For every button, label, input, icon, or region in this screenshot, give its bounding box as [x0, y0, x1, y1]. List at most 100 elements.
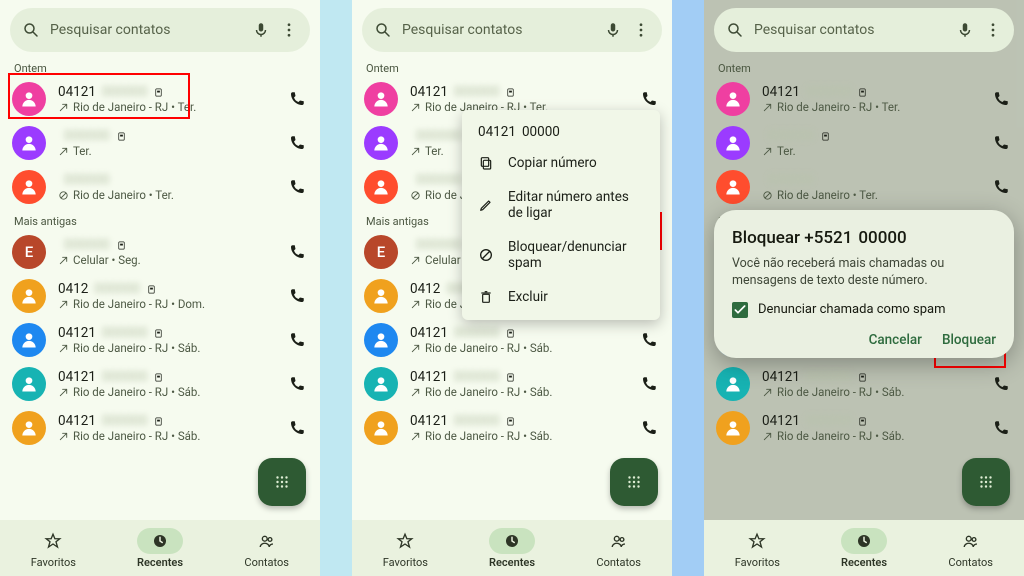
more-icon[interactable] — [632, 21, 650, 39]
nav-recents[interactable]: Recentes — [107, 520, 214, 576]
search-bar[interactable]: Pesquisar contatos — [362, 8, 662, 52]
call-subtitle: Rio de Janeiro • Ter. — [777, 188, 878, 202]
nav-contacts[interactable]: Contatos — [917, 520, 1024, 576]
outgoing-arrow-icon — [58, 387, 69, 398]
call-number: 04121 — [58, 413, 96, 429]
call-subtitle: Rio de Janeiro - RJ • Sáb. — [425, 385, 552, 399]
call-button[interactable] — [640, 331, 658, 349]
nav-contacts[interactable]: Contatos — [213, 520, 320, 576]
menu-copy-label: Copiar número — [508, 155, 597, 171]
call-number-hidden: 000000 — [416, 172, 462, 188]
call-number-hidden: 000000 — [806, 369, 852, 385]
menu-edit-label: Editar número antes de ligar — [508, 189, 644, 221]
call-button[interactable] — [288, 331, 306, 349]
outgoing-arrow-icon — [58, 255, 69, 266]
menu-title-num: 04121 — [478, 124, 516, 140]
dialog-checkbox-label: Denunciar chamada como spam — [758, 302, 946, 317]
call-row[interactable]: 04121 000000 Rio de Janeiro - RJ • Sáb. — [0, 318, 320, 362]
call-row[interactable]: 000000 Rio de Janeiro • Ter. — [0, 165, 320, 209]
menu-edit[interactable]: Editar número antes de ligar — [462, 180, 660, 230]
avatar — [364, 170, 398, 204]
call-row[interactable]: 04121 000000 Rio de Janeiro - RJ • Sáb. — [352, 362, 672, 406]
call-button[interactable] — [992, 375, 1010, 393]
call-row[interactable]: E 000000 Celular • Seg. — [0, 230, 320, 274]
dialog-checkbox[interactable]: Denunciar chamada como spam — [732, 302, 996, 318]
outgoing-arrow-icon — [410, 102, 421, 113]
call-button[interactable] — [288, 134, 306, 152]
call-row[interactable]: 000000 Ter. — [0, 121, 320, 165]
call-number-hidden: 000000 — [806, 84, 852, 100]
call-row[interactable]: 04121 000000 Rio de Janeiro - RJ • Sáb. — [352, 406, 672, 450]
call-subtitle: Rio de Janeiro - RJ • Sáb. — [73, 341, 200, 355]
call-button[interactable] — [992, 90, 1010, 108]
call-button[interactable] — [992, 178, 1010, 196]
call-button[interactable] — [288, 243, 306, 261]
nav-recents[interactable]: Recentes — [459, 520, 566, 576]
call-button[interactable] — [288, 419, 306, 437]
mic-icon[interactable] — [956, 21, 974, 39]
nav-favorites[interactable]: Favoritos — [352, 520, 459, 576]
call-button[interactable] — [640, 375, 658, 393]
copy-icon — [478, 155, 494, 171]
call-row[interactable]: 04121 000000 Rio de Janeiro - RJ • Sáb. — [704, 362, 1024, 406]
call-info: 04121 000000 Rio de Janeiro - RJ • Ter. — [762, 84, 980, 114]
call-row[interactable]: 000000 Ter. — [704, 121, 1024, 165]
dialog-cancel[interactable]: Cancelar — [869, 332, 922, 348]
dialpad-fab[interactable] — [962, 458, 1010, 506]
call-button[interactable] — [288, 375, 306, 393]
avatar: E — [364, 235, 398, 269]
pencil-icon — [478, 197, 494, 213]
call-row[interactable]: 04121 000000 Rio de Janeiro - RJ • Sáb. — [0, 362, 320, 406]
search-placeholder: Pesquisar contatos — [50, 22, 242, 38]
nav-favorites[interactable]: Favoritos — [704, 520, 811, 576]
search-bar[interactable]: Pesquisar contatos — [714, 8, 1014, 52]
call-button[interactable] — [288, 90, 306, 108]
search-bar[interactable]: Pesquisar contatos — [10, 8, 310, 52]
nav-recents[interactable]: Recentes — [811, 520, 918, 576]
call-button[interactable] — [992, 419, 1010, 437]
call-row[interactable]: 04121 000000 Rio de Janeiro - RJ • Ter. — [704, 77, 1024, 121]
nav-contacts[interactable]: Contatos — [565, 520, 672, 576]
call-row[interactable]: 0412 000000 Rio de Janeiro - RJ • Dom. — [0, 274, 320, 318]
call-button[interactable] — [640, 90, 658, 108]
nav-favorites-label: Favoritos — [31, 556, 76, 569]
nav-favorites[interactable]: Favoritos — [0, 520, 107, 576]
mic-icon[interactable] — [252, 21, 270, 39]
sim-icon — [116, 240, 127, 251]
menu-copy[interactable]: Copiar número — [462, 146, 660, 180]
dialpad-fab[interactable] — [258, 458, 306, 506]
menu-block-label: Bloquear/denunciar spam — [508, 239, 644, 271]
call-subtitle: Rio de Janeiro - RJ • Sáb. — [425, 341, 552, 355]
more-icon[interactable] — [984, 21, 1002, 39]
menu-delete[interactable]: Excluir — [462, 280, 660, 314]
call-button[interactable] — [640, 419, 658, 437]
sim-icon — [153, 87, 164, 98]
dialpad-fab[interactable] — [610, 458, 658, 506]
call-info: 0412 000000 Rio de Janeiro - RJ • Dom. — [58, 281, 276, 311]
call-button[interactable] — [288, 287, 306, 305]
call-number-hidden: 000000 — [64, 237, 110, 253]
nav-favorites-label: Favoritos — [735, 556, 780, 569]
call-row[interactable]: 000000 Rio de Janeiro • Ter. — [704, 165, 1024, 209]
dialog-title: Bloquear +5521 00000 — [732, 228, 996, 248]
call-button[interactable] — [288, 178, 306, 196]
block-dialog: Bloquear +5521 00000 Você não receberá m… — [714, 210, 1014, 358]
nav-contacts-label: Contatos — [948, 556, 993, 569]
avatar — [716, 126, 750, 160]
call-row[interactable]: 04121 000000 Rio de Janeiro - RJ • Ter. — [0, 77, 320, 121]
outgoing-arrow-icon — [58, 299, 69, 310]
call-subtitle: Ter. — [425, 144, 444, 158]
call-info: 04121 000000 Rio de Janeiro - RJ • Sáb. — [410, 325, 628, 355]
avatar — [364, 323, 398, 357]
call-button[interactable] — [992, 134, 1010, 152]
mic-icon[interactable] — [604, 21, 622, 39]
section-older: Mais antigas — [14, 215, 306, 228]
more-icon[interactable] — [280, 21, 298, 39]
outgoing-arrow-icon — [410, 299, 421, 310]
call-row[interactable]: 04121 000000 Rio de Janeiro - RJ • Sáb. — [352, 318, 672, 362]
call-row[interactable]: 04121 000000 Rio de Janeiro - RJ • Sáb. — [0, 406, 320, 450]
menu-block[interactable]: Bloquear/denunciar spam — [462, 230, 660, 280]
call-row[interactable]: 04121 000000 Rio de Janeiro - RJ • Sáb. — [704, 406, 1024, 450]
dialog-confirm[interactable]: Bloquear — [942, 332, 996, 348]
outgoing-arrow-icon — [58, 146, 69, 157]
